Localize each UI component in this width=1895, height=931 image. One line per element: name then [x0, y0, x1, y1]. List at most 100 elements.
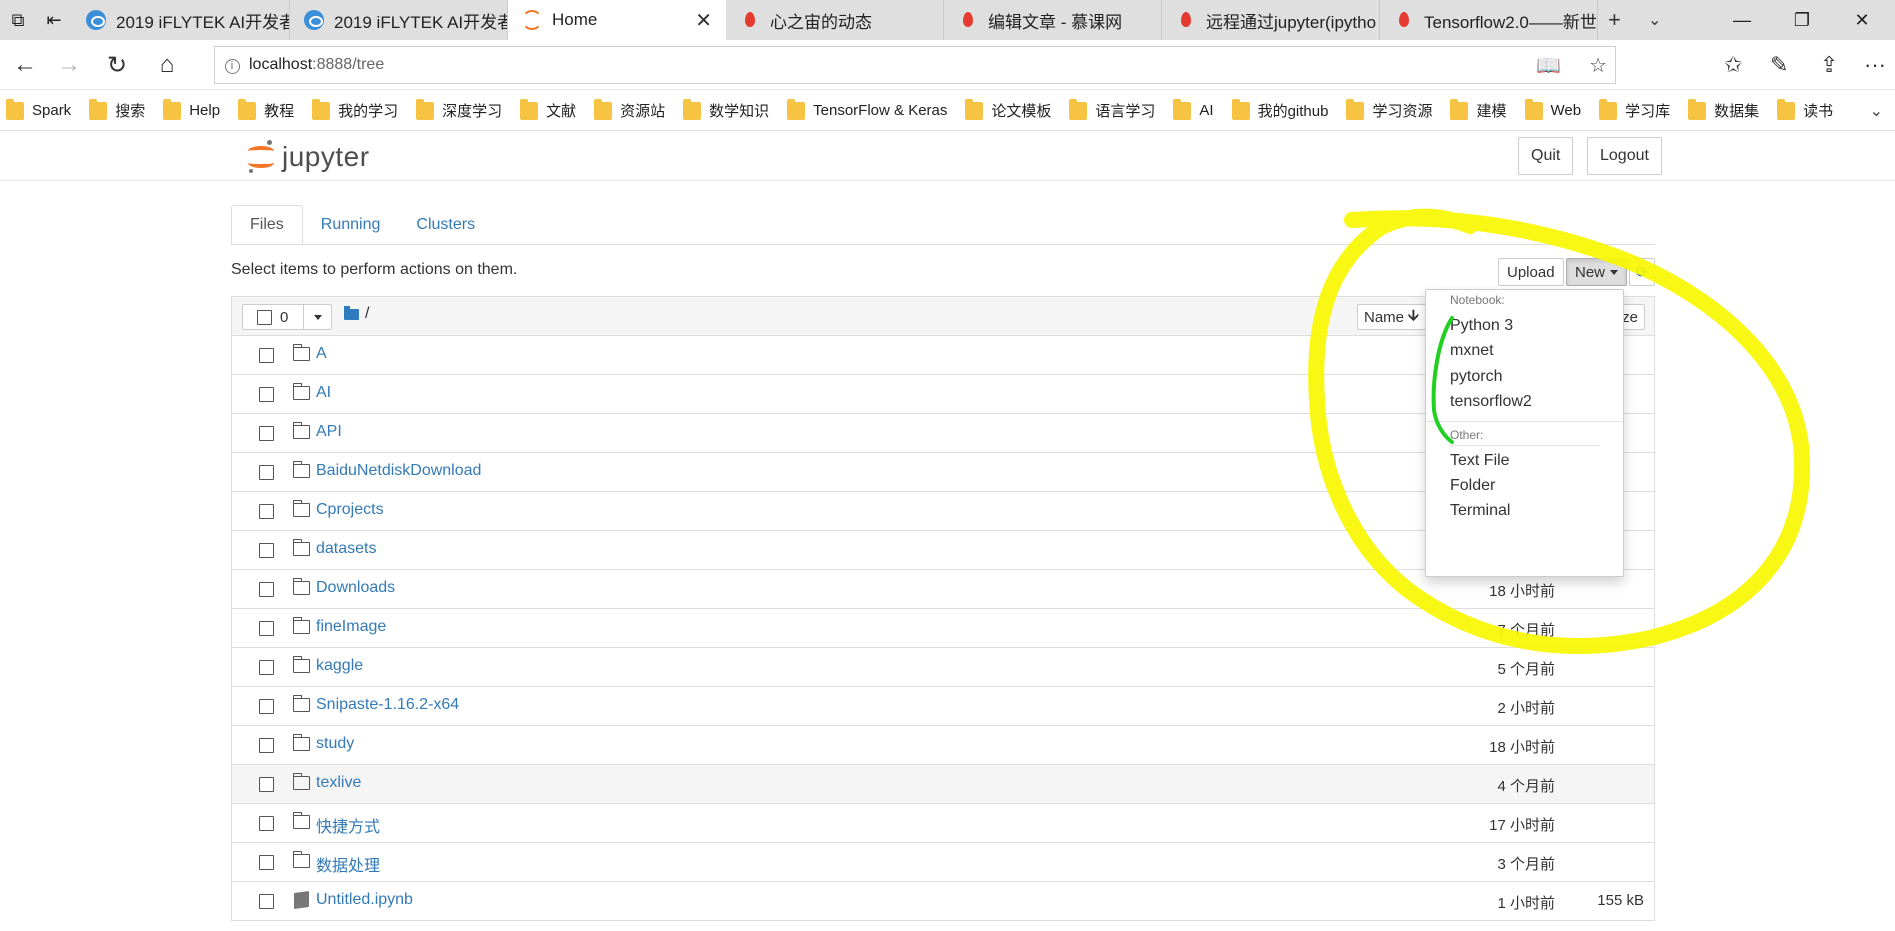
bookmark-item[interactable]: Spark	[6, 98, 71, 120]
menu-item-terminal[interactable]: Terminal	[1450, 502, 1510, 520]
select-all-checkbox[interactable]	[257, 309, 272, 325]
favorites-hub-icon[interactable]: ✩	[1724, 40, 1742, 90]
reading-view-icon[interactable]: 📖	[1536, 53, 1561, 78]
new-dropdown-button[interactable]: New	[1566, 258, 1628, 286]
tab-running[interactable]: Running	[303, 205, 399, 245]
chevron-down-icon[interactable]: ⌄	[1870, 101, 1883, 121]
select-all-control[interactable]: 0	[242, 304, 332, 330]
file-row[interactable]: study 18 小时前	[231, 726, 1655, 765]
file-name-link[interactable]: 数据处理	[316, 852, 380, 876]
file-row[interactable]: 数据处理 3 个月前	[231, 843, 1655, 882]
restore-icon[interactable]: ❐	[1772, 0, 1832, 40]
row-checkbox[interactable]	[259, 348, 274, 363]
refresh-list-icon[interactable]: ⟳	[1629, 258, 1655, 286]
file-name-link[interactable]: Snipaste-1.16.2-x64	[316, 696, 459, 714]
sort-by-name-button[interactable]: Name 🡫	[1357, 304, 1426, 330]
file-name-link[interactable]: datasets	[316, 540, 376, 558]
bookmark-item[interactable]: Help	[163, 98, 220, 120]
bookmark-item[interactable]: 教程	[238, 98, 294, 121]
jupyter-logo[interactable]: jupyter	[246, 137, 370, 177]
home-icon[interactable]: ⌂	[142, 40, 192, 90]
upload-button[interactable]: Upload	[1498, 258, 1564, 286]
tabs-aside-icon[interactable]: ⇤	[36, 0, 72, 40]
pen-notes-icon[interactable]: ✎	[1770, 40, 1788, 90]
favorite-star-icon[interactable]: ☆	[1589, 53, 1607, 78]
row-checkbox[interactable]	[259, 504, 274, 519]
refresh-icon[interactable]: ↻	[92, 40, 142, 90]
browser-tab-home[interactable]: Home ✕	[508, 0, 726, 40]
row-checkbox[interactable]	[259, 426, 274, 441]
bookmark-item[interactable]: 建模	[1450, 98, 1507, 121]
forward-arrow-icon[interactable]: →	[44, 40, 94, 90]
row-checkbox[interactable]	[259, 699, 274, 714]
file-row[interactable]: Snipaste-1.16.2-x64 2 小时前	[231, 687, 1655, 726]
bookmark-item[interactable]: 读书	[1777, 98, 1833, 121]
menu-item-tensorflow2[interactable]: tensorflow2	[1450, 393, 1532, 411]
row-checkbox[interactable]	[259, 816, 274, 831]
file-name-link[interactable]: 快捷方式	[316, 813, 380, 837]
browser-tab-6[interactable]: 远程通过jupyter(ipytho	[1162, 0, 1380, 40]
bookmark-item[interactable]: 学习资源	[1346, 98, 1432, 121]
selection-menu-caret[interactable]	[303, 305, 331, 329]
file-name-link[interactable]: Cprojects	[316, 501, 384, 519]
tab-list-chevron-icon[interactable]: ⌄	[1648, 0, 1661, 40]
row-checkbox[interactable]	[259, 387, 274, 402]
tab-clusters[interactable]: Clusters	[398, 205, 493, 245]
row-checkbox[interactable]	[259, 543, 274, 558]
file-row[interactable]: Untitled.ipynb 1 小时前 155 kB	[231, 882, 1655, 921]
address-field[interactable]: i localhost:8888/tree 📖 ☆	[214, 46, 1616, 84]
bookmark-item[interactable]: Web	[1524, 98, 1581, 120]
file-row[interactable]: 快捷方式 17 小时前	[231, 804, 1655, 843]
menu-item-mxnet[interactable]: mxnet	[1450, 342, 1494, 360]
file-name-link[interactable]: API	[316, 423, 342, 441]
bookmark-item[interactable]: 搜索	[89, 98, 145, 121]
row-checkbox[interactable]	[259, 777, 274, 792]
bookmark-item[interactable]: 文献	[520, 98, 576, 121]
close-tab-icon[interactable]: ✕	[695, 8, 712, 33]
bookmark-item[interactable]: 我的github	[1231, 98, 1328, 121]
bookmark-item[interactable]: 论文模板	[965, 98, 1051, 121]
more-menu-icon[interactable]: ···	[1864, 40, 1886, 90]
menu-item-text-file[interactable]: Text File	[1450, 452, 1510, 470]
bookmark-item[interactable]: 资源站	[594, 98, 665, 121]
tab-overview-icon[interactable]: ⧉	[0, 0, 36, 40]
file-name-link[interactable]: fineImage	[316, 618, 386, 636]
file-name-link[interactable]: kaggle	[316, 657, 363, 675]
file-name-link[interactable]: BaiduNetdiskDownload	[316, 462, 481, 480]
menu-item-folder[interactable]: Folder	[1450, 477, 1495, 495]
file-row[interactable]: texlive 4 个月前	[231, 765, 1655, 804]
browser-tab-2[interactable]: 2019 iFLYTEK AI开发者大	[290, 0, 508, 40]
bookmark-item[interactable]: 数学知识	[683, 98, 769, 121]
row-checkbox[interactable]	[259, 660, 274, 675]
bookmark-item[interactable]: 学习库	[1599, 98, 1670, 121]
row-checkbox[interactable]	[259, 582, 274, 597]
bookmark-item[interactable]: 数据集	[1688, 98, 1759, 121]
file-name-link[interactable]: texlive	[316, 774, 361, 792]
back-arrow-icon[interactable]: ←	[0, 40, 50, 90]
file-name-link[interactable]: A	[316, 345, 327, 363]
file-row[interactable]: fineImage 7 个月前	[231, 609, 1655, 648]
file-row[interactable]: kaggle 5 个月前	[231, 648, 1655, 687]
row-checkbox[interactable]	[259, 738, 274, 753]
file-name-link[interactable]: study	[316, 735, 354, 753]
file-name-link[interactable]: Downloads	[316, 579, 395, 597]
browser-tab-5[interactable]: 编辑文章 - 慕课网	[944, 0, 1162, 40]
browser-tab-7[interactable]: Tensorflow2.0——新世	[1380, 0, 1598, 40]
row-checkbox[interactable]	[259, 855, 274, 870]
new-tab-button[interactable]: +	[1608, 0, 1621, 40]
quit-button[interactable]: Quit	[1518, 137, 1574, 175]
row-checkbox[interactable]	[259, 465, 274, 480]
breadcrumb[interactable]: /	[344, 305, 369, 323]
bookmark-item[interactable]: 深度学习	[416, 98, 502, 121]
close-window-icon[interactable]: ✕	[1832, 0, 1892, 40]
minimize-icon[interactable]: —	[1712, 0, 1772, 40]
row-checkbox[interactable]	[259, 621, 274, 636]
bookmark-item[interactable]: 语言学习	[1069, 98, 1155, 121]
url-text[interactable]: localhost:8888/tree	[249, 56, 384, 74]
bookmark-item[interactable]: TensorFlow & Keras	[787, 98, 947, 120]
browser-tab-4[interactable]: 心之宙的动态	[726, 0, 944, 40]
file-name-link[interactable]: AI	[316, 384, 331, 402]
logout-button[interactable]: Logout	[1587, 137, 1662, 175]
share-icon[interactable]: ⇪	[1820, 40, 1838, 90]
menu-item-python3[interactable]: Python 3	[1450, 317, 1513, 335]
